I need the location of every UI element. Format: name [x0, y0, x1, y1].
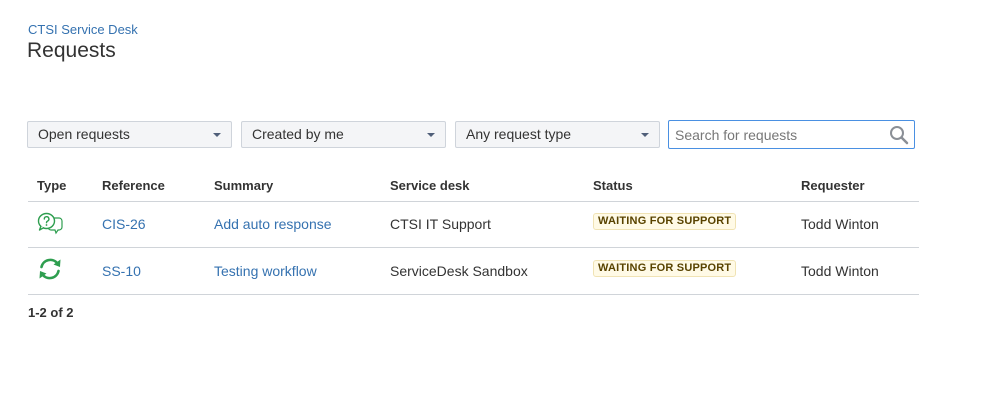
request-reference-link[interactable]: SS-10 — [102, 263, 141, 279]
service-desk-name: ServiceDesk Sandbox — [390, 263, 528, 279]
status-filter-label: Open requests — [38, 126, 130, 142]
creator-filter-label: Created by me — [252, 126, 344, 142]
search-icon[interactable] — [889, 125, 909, 145]
question-chat-icon — [37, 212, 63, 235]
page-title: Requests — [27, 39, 116, 62]
chevron-down-icon — [641, 133, 649, 137]
header-divider — [28, 201, 919, 202]
row-divider — [28, 247, 919, 248]
status-badge: WAITING FOR SUPPORT — [593, 260, 737, 277]
column-header-requester[interactable]: Requester — [801, 178, 865, 193]
row-divider — [28, 294, 919, 295]
column-header-summary[interactable]: Summary — [214, 178, 273, 193]
request-summary-link[interactable]: Testing workflow — [214, 263, 317, 279]
request-type-filter-dropdown[interactable]: Any request type — [455, 121, 660, 148]
breadcrumb[interactable]: CTSI Service Desk — [28, 22, 138, 37]
service-desk-name: CTSI IT Support — [390, 216, 491, 232]
status-filter-dropdown[interactable]: Open requests — [27, 121, 232, 148]
column-header-reference[interactable]: Reference — [102, 178, 165, 193]
requester-name: Todd Winton — [801, 216, 879, 232]
column-header-status[interactable]: Status — [593, 178, 633, 193]
search-box — [668, 120, 915, 149]
requester-name: Todd Winton — [801, 263, 879, 279]
search-input[interactable] — [675, 125, 880, 145]
request-reference-link[interactable]: CIS-26 — [102, 216, 146, 232]
refresh-cycle-icon — [39, 258, 61, 280]
status-badge: WAITING FOR SUPPORT — [593, 213, 737, 230]
creator-filter-dropdown[interactable]: Created by me — [241, 121, 446, 148]
column-header-service-desk[interactable]: Service desk — [390, 178, 470, 193]
chevron-down-icon — [213, 133, 221, 137]
pagination-count: 1-2 of 2 — [28, 305, 74, 320]
request-summary-link[interactable]: Add auto response — [214, 216, 332, 232]
column-header-type: Type — [37, 178, 67, 193]
request-type-filter-label: Any request type — [466, 126, 572, 142]
chevron-down-icon — [427, 133, 435, 137]
